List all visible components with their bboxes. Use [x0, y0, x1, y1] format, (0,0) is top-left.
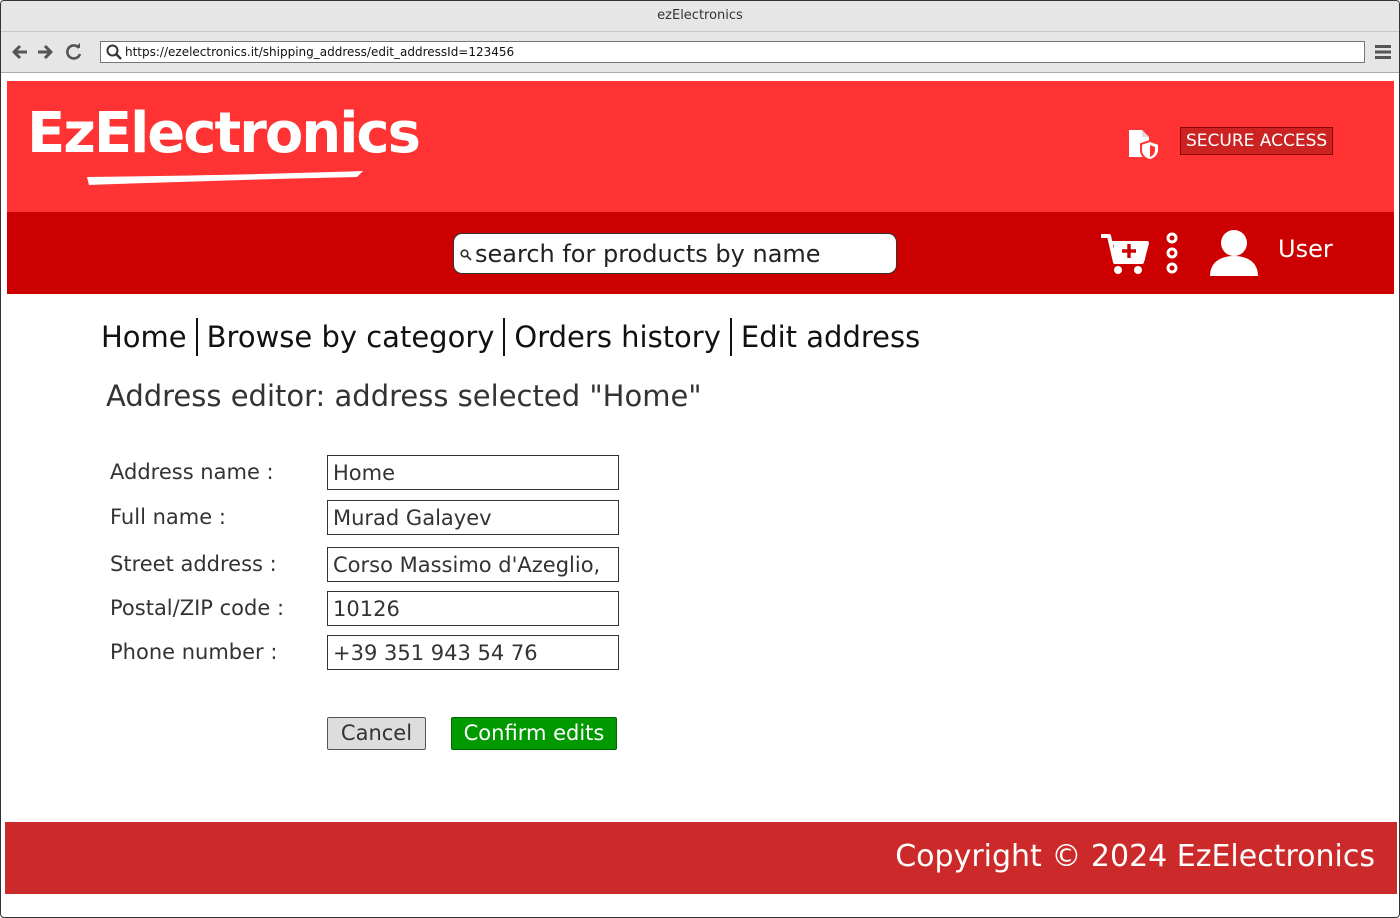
form-row-street-address: Street address : [1, 547, 701, 583]
add-to-cart-icon[interactable] [1099, 231, 1151, 277]
back-arrow-icon[interactable] [10, 42, 30, 62]
address-bar[interactable] [100, 41, 1365, 63]
logo-swoosh [87, 171, 363, 185]
footer: Copyright © 2024 EzElectronics [5, 822, 1397, 894]
postal-code-field[interactable] [327, 591, 619, 626]
phone-number-label: Phone number : [110, 640, 278, 664]
search-input[interactable] [475, 239, 885, 269]
copyright-text: Copyright © 2024 EzElectronics [895, 839, 1375, 874]
postal-code-label: Postal/ZIP code : [110, 596, 285, 620]
form-row-address-name: Address name : [1, 455, 701, 491]
window-title: ezElectronics [1, 1, 1399, 32]
breadcrumb-browse-by-category[interactable]: Browse by category [195, 318, 504, 356]
breadcrumb-edit-address[interactable]: Edit address [729, 318, 929, 356]
form-row-postal-code: Postal/ZIP code : [1, 591, 701, 627]
secure-document-shield-icon [1129, 130, 1160, 161]
user-avatar-icon[interactable] [1208, 228, 1260, 278]
search-icon [106, 44, 122, 60]
address-name-field[interactable] [327, 455, 619, 490]
secure-access-button[interactable]: SECURE ACCESS [1180, 127, 1334, 155]
breadcrumb-home[interactable]: Home [101, 318, 196, 356]
page-title: Address editor: address selected "Home" [106, 379, 702, 413]
search-icon [460, 249, 472, 261]
forward-arrow-icon[interactable] [35, 42, 55, 62]
street-address-label: Street address : [110, 552, 277, 576]
address-name-label: Address name : [110, 460, 274, 484]
user-menu-label[interactable]: User [1278, 235, 1333, 263]
full-name-field[interactable] [327, 500, 619, 535]
kebab-menu-icon[interactable] [1165, 232, 1179, 276]
full-name-label: Full name : [110, 505, 226, 529]
form-row-phone-number: Phone number : [1, 635, 701, 671]
breadcrumb-orders-history[interactable]: Orders history [503, 318, 729, 356]
nav-bar: User [7, 212, 1394, 294]
browser-toolbar [1, 32, 1399, 73]
street-address-field[interactable] [327, 547, 619, 582]
product-search[interactable] [453, 233, 897, 274]
form-row-full-name: Full name : [1, 500, 701, 536]
confirm-edits-button[interactable]: Confirm edits [451, 717, 617, 750]
hamburger-menu-icon[interactable] [1374, 43, 1392, 61]
cancel-button[interactable]: Cancel [327, 717, 426, 750]
reload-icon[interactable] [64, 42, 84, 62]
browser-window: ezElectronics EzElectronics [0, 0, 1400, 918]
breadcrumb: Home Browse by category Orders history E… [101, 317, 929, 357]
site-logo[interactable]: EzElectronics [27, 101, 421, 166]
phone-number-field[interactable] [327, 635, 619, 670]
url-input[interactable] [125, 43, 1355, 61]
brand-header: EzElectronics SECURE ACCESS [7, 81, 1394, 212]
